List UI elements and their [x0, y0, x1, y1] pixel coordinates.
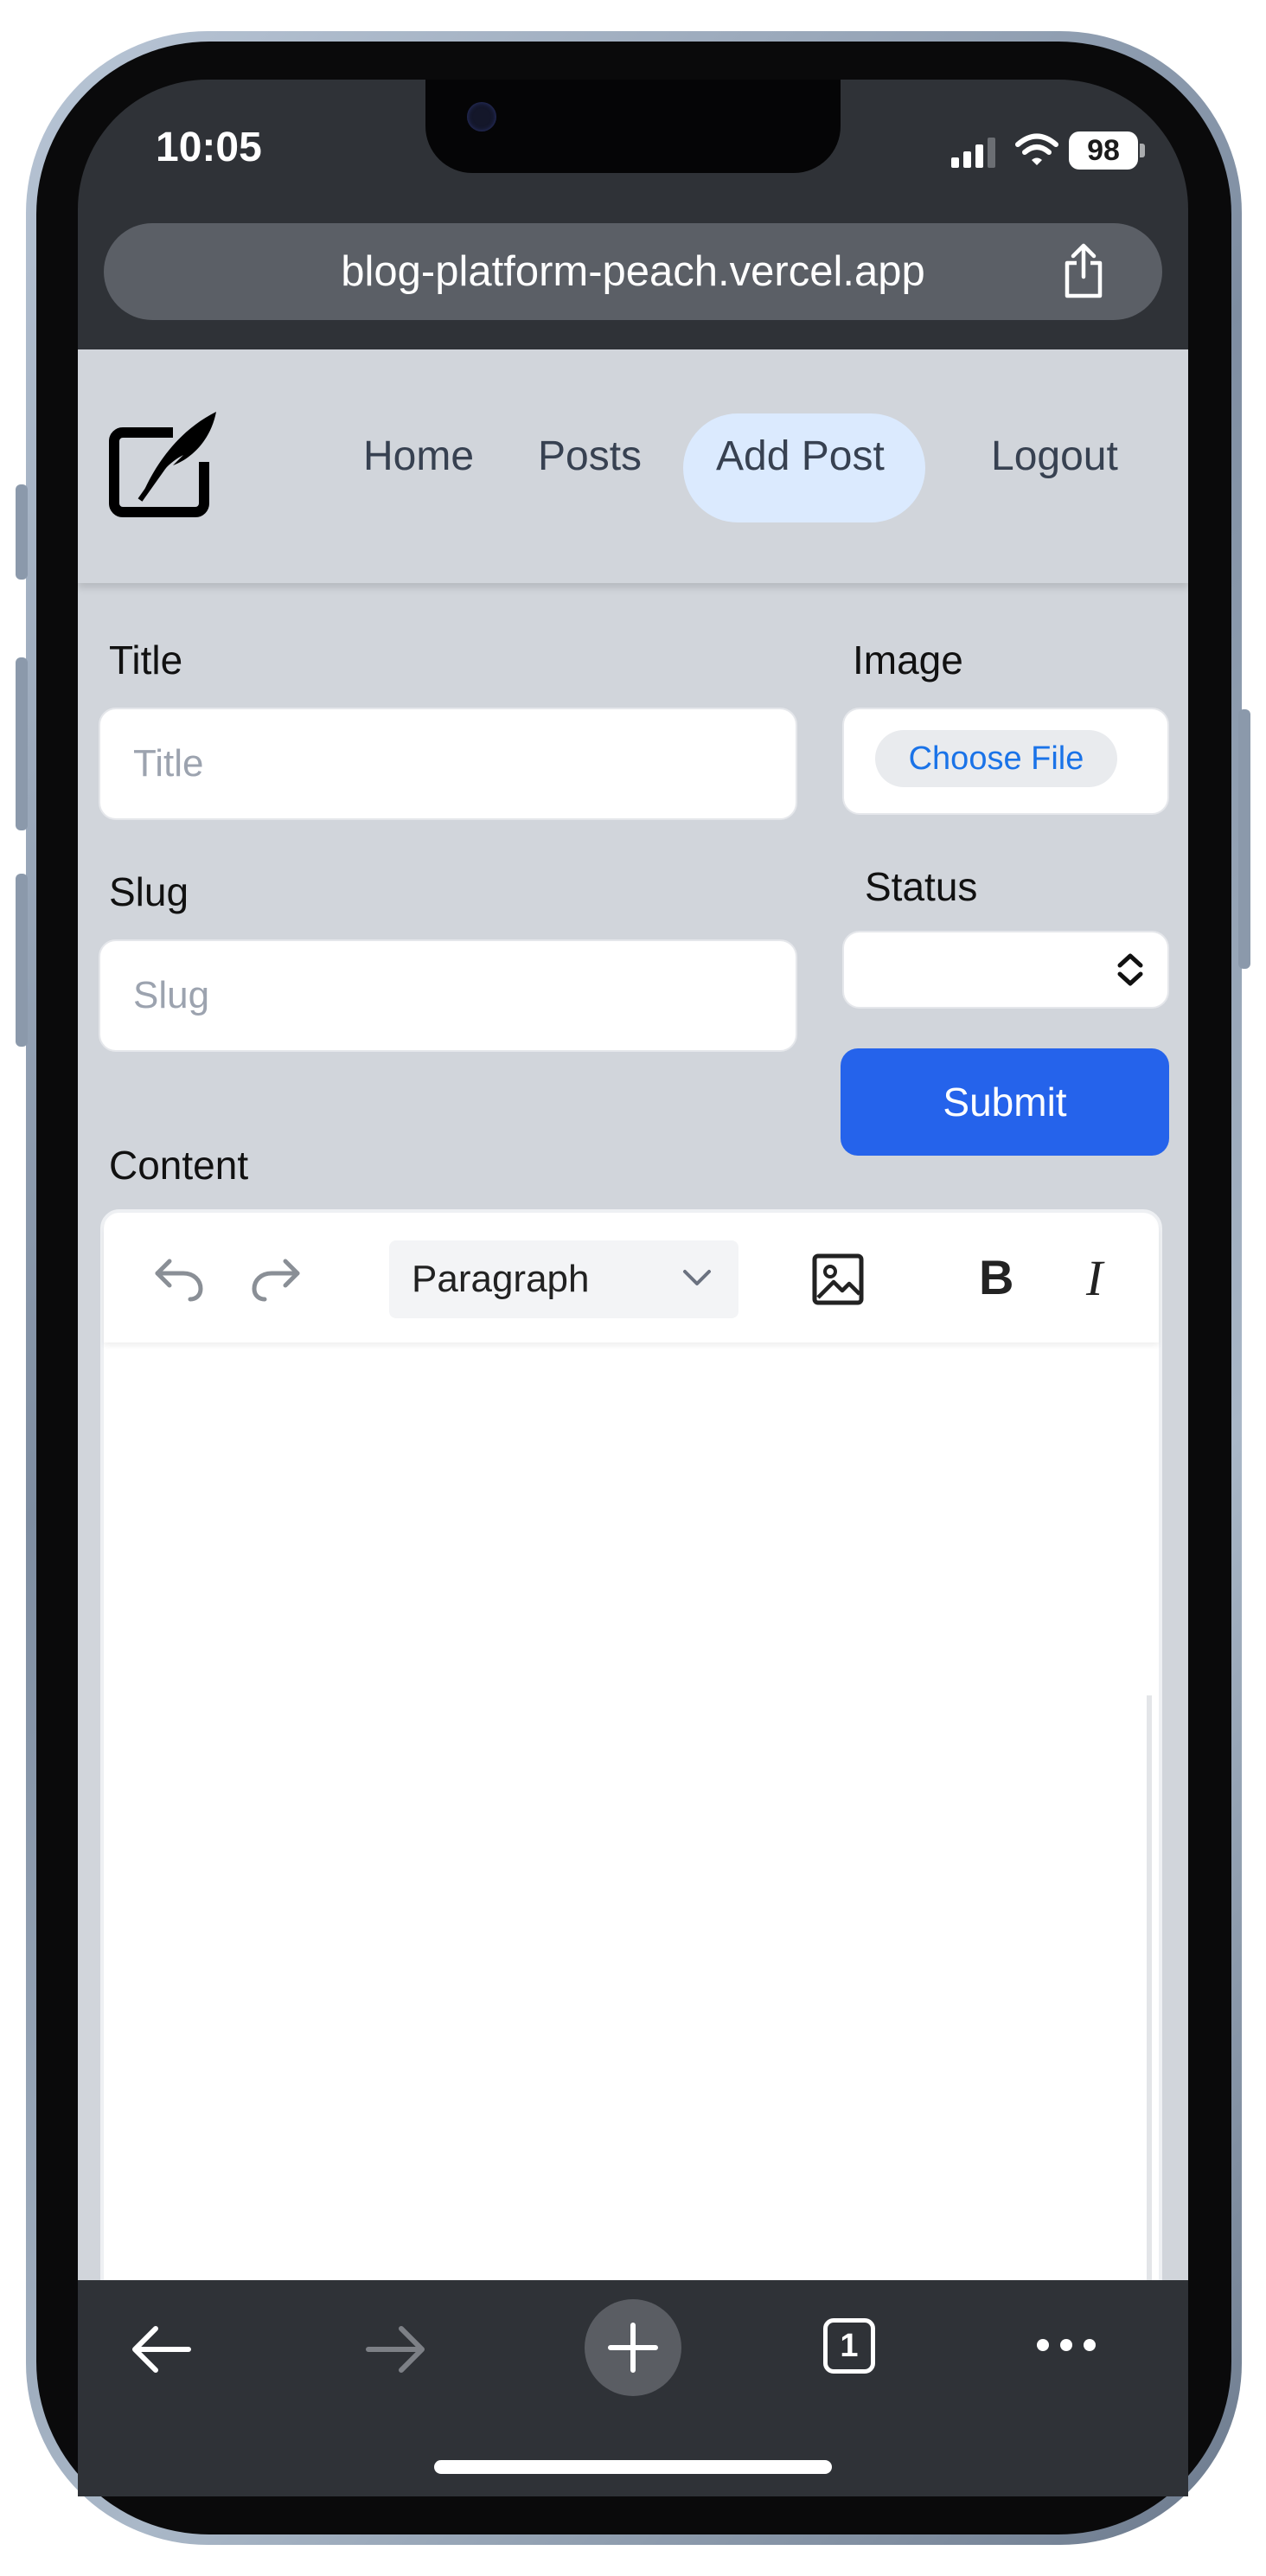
- battery-cap: [1140, 144, 1145, 157]
- nav-link-home[interactable]: Home: [363, 433, 474, 480]
- nav-link-posts[interactable]: Posts: [538, 433, 642, 480]
- volume-down-button: [16, 874, 28, 1047]
- share-icon[interactable]: [1062, 242, 1105, 299]
- front-camera: [467, 102, 496, 131]
- submit-button[interactable]: Submit: [841, 1048, 1169, 1156]
- quill-logo-icon[interactable]: [109, 405, 218, 517]
- wifi-icon: [1015, 133, 1058, 165]
- redo-icon[interactable]: [251, 1254, 303, 1303]
- slug-label: Slug: [109, 869, 189, 914]
- home-indicator[interactable]: [434, 2460, 832, 2474]
- slug-input[interactable]: Slug: [99, 939, 797, 1052]
- chevron-down-icon: [683, 1270, 711, 1285]
- title-input[interactable]: Title: [99, 708, 797, 820]
- select-arrows-icon: [1117, 953, 1143, 986]
- rich-text-editor[interactable]: [100, 1209, 1162, 2280]
- volume-up-button: [16, 657, 28, 830]
- mute-switch: [16, 484, 28, 580]
- signal-icon: [951, 138, 995, 168]
- tabs-icon[interactable]: 1: [823, 2318, 875, 2374]
- undo-icon[interactable]: [152, 1254, 204, 1303]
- web-content: Home Posts Add Post Logout Title Title I…: [78, 349, 1188, 2280]
- content-label: Content: [109, 1143, 249, 1188]
- navbar: Home Posts Add Post Logout: [78, 349, 1188, 583]
- bold-icon[interactable]: B: [979, 1249, 1013, 1305]
- choose-file-button[interactable]: Choose File: [875, 730, 1117, 787]
- tab-count: 1: [840, 2328, 859, 2364]
- image-icon[interactable]: [811, 1253, 865, 1306]
- title-label: Title: [109, 638, 183, 682]
- url-text[interactable]: blog-platform-peach.vercel.app: [104, 223, 1162, 320]
- image-label: Image: [853, 638, 963, 682]
- status-time: 10:05: [156, 125, 262, 170]
- new-tab-icon: [608, 2323, 658, 2373]
- italic-icon[interactable]: I: [1086, 1249, 1103, 1307]
- forward-icon[interactable]: [365, 2323, 427, 2375]
- back-icon[interactable]: [130, 2323, 192, 2375]
- status-label: Status: [865, 864, 978, 909]
- editor-scrollbar[interactable]: [1147, 1695, 1152, 2280]
- power-button: [1238, 709, 1250, 969]
- block-format-value: Paragraph: [412, 1258, 590, 1300]
- nav-link-add-post[interactable]: Add Post: [716, 433, 885, 480]
- nav-link-logout[interactable]: Logout: [991, 433, 1118, 480]
- battery-icon: 98: [1069, 131, 1138, 170]
- more-icon[interactable]: [1034, 2336, 1098, 2355]
